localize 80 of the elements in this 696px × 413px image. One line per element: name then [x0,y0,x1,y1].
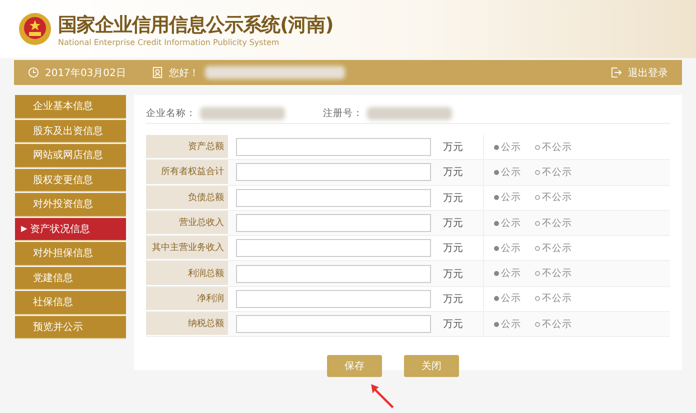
input-field[interactable] [236,138,431,156]
user-icon [152,67,163,78]
field-label: 利润总额 [146,261,228,286]
radio-button[interactable] [535,271,540,276]
company-name-label: 企业名称： [146,106,196,120]
input-field[interactable] [236,239,431,258]
input-field[interactable] [236,188,431,207]
sidebar-item[interactable]: 社保信息 [15,291,126,314]
emblem-icon [18,12,52,46]
radio-button[interactable] [535,246,540,251]
sidebar-item[interactable]: ▶ 资产状况信息 [15,218,126,241]
field-label: 其中主营业务收入 [146,236,228,260]
radio-button[interactable] [494,144,499,150]
radio-button[interactable] [535,296,540,302]
clock-icon [28,67,39,78]
field-label: 资产总额 [146,135,228,160]
radio-button[interactable] [494,246,499,251]
input-field[interactable] [236,264,431,283]
radio-label: 不公示 [542,216,572,230]
unit-text: 万元 [443,318,464,332]
input-field[interactable] [236,290,431,308]
field-label: 营业总收入 [146,210,228,236]
input-field[interactable] [236,163,431,182]
radio-button[interactable] [494,271,499,276]
radio-label: 公示 [501,166,521,179]
logout-link[interactable]: 退出登录 [628,66,668,80]
radio-button[interactable] [494,296,499,302]
radio-label: 不公示 [542,191,572,204]
radio-label: 不公示 [542,267,572,280]
registration-label: 注册号： [323,106,363,120]
input-field[interactable] [236,315,431,334]
radio-label: 公示 [501,216,521,230]
field-label: 净利润 [146,286,228,312]
unit-text: 万元 [443,141,464,154]
radio-label: 公示 [501,292,521,306]
sidebar-item[interactable]: 股东及出资信息 [15,120,126,143]
unit-text: 万元 [443,217,464,230]
pointer-arrow [368,381,396,409]
radio-button[interactable] [535,170,540,175]
site-title: 国家企业信用信息公示系统(河南) [58,12,334,38]
radio-label: 公示 [501,267,521,280]
close-button[interactable]: 关闭 [404,355,459,378]
unit-text: 万元 [443,242,464,256]
radio-label: 公示 [501,191,521,204]
unit-text: 万元 [443,268,464,281]
radio-label: 公示 [501,318,521,331]
site-subtitle: National Enterprise Credit Information Publicity System [58,38,280,46]
radio-label: 不公示 [542,318,572,331]
logout-icon[interactable] [611,67,622,78]
radio-button[interactable] [535,322,540,327]
radio-label: 不公示 [542,292,572,306]
sidebar-item[interactable]: 党建信息 [15,266,126,290]
greeting-text: 您好！ [168,66,199,80]
radio-button[interactable] [494,220,499,226]
sidebar-item[interactable]: 对外投资信息 [15,193,126,216]
sidebar-item[interactable]: 网站或网店信息 [15,144,126,168]
date-text: 2017年03月02日 [45,66,126,80]
input-field[interactable] [236,214,431,232]
radio-label: 不公示 [542,242,572,255]
sidebar-item[interactable]: 对外担保信息 [15,242,126,266]
radio-label: 不公示 [542,166,572,179]
sidebar-item[interactable]: 预览并公示 [15,316,126,339]
radio-label: 不公示 [542,140,572,154]
radio-button[interactable] [494,322,499,327]
field-label: 所有者权益合计 [146,160,228,185]
radio-label: 公示 [501,242,521,255]
radio-label: 公示 [501,140,521,154]
radio-button[interactable] [535,195,540,200]
radio-button[interactable] [535,144,540,150]
unit-text: 万元 [443,192,464,205]
field-label: 纳税总额 [146,312,228,336]
sidebar-item[interactable]: 企业基本信息 [15,95,126,118]
sidebar-item[interactable]: 股权变更信息 [15,168,126,192]
unit-text: 万元 [443,166,464,180]
unit-text: 万元 [443,292,464,306]
save-button[interactable]: 保存 [327,355,382,378]
radio-button[interactable] [494,195,499,200]
radio-button[interactable] [494,170,499,175]
radio-button[interactable] [535,220,540,226]
field-label: 负债总额 [146,186,228,210]
